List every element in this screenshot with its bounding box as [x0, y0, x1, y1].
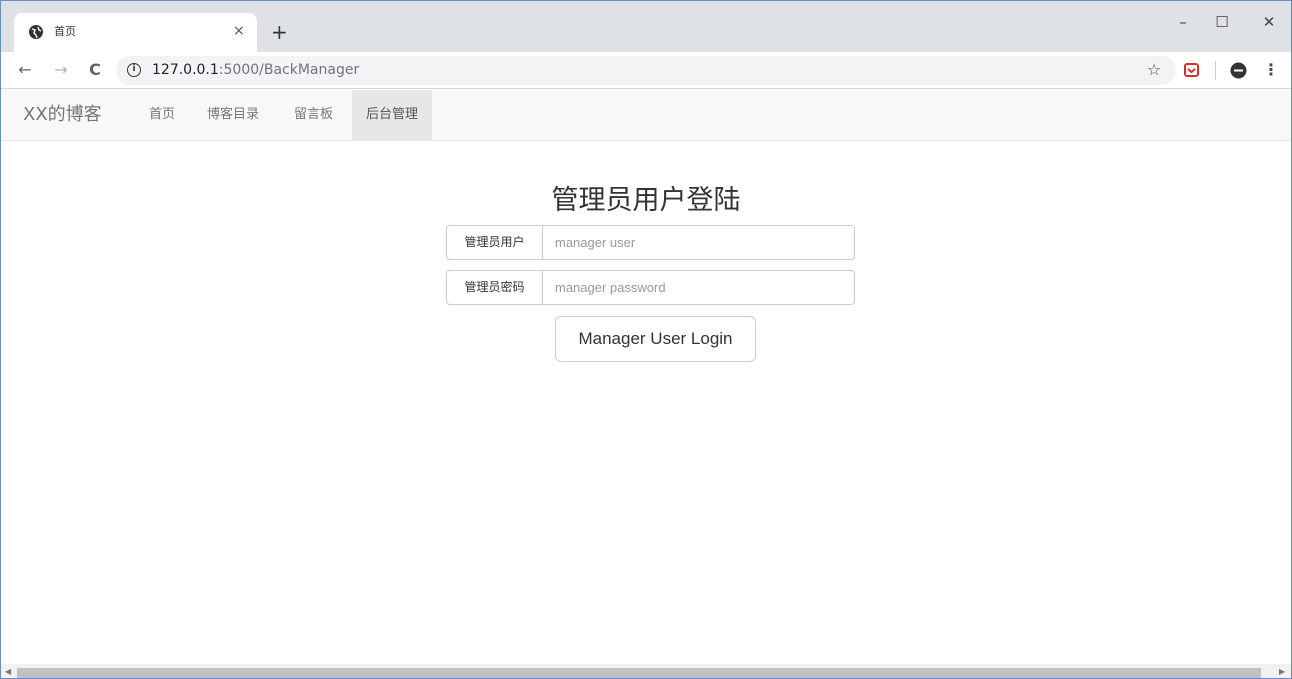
bookmark-star-icon[interactable]: ☆ [1144, 59, 1164, 81]
nav-link-admin[interactable]: 后台管理 [352, 90, 433, 140]
url-text[interactable]: 127.0.0.1:5000/BackManager [152, 61, 359, 80]
tab-close-icon[interactable]: × [233, 22, 245, 40]
browser-menu-icon[interactable]: ⋮ [1261, 59, 1281, 81]
tab-title: 首页 [54, 25, 76, 38]
scroll-right-arrow-icon[interactable]: ▶ [1279, 666, 1285, 678]
reload-button[interactable]: C [85, 59, 105, 81]
pocket-extension-icon[interactable] [1184, 63, 1199, 78]
url-path: :5000/BackManager [218, 62, 360, 78]
address-bar[interactable]: i 127.0.0.1:5000/BackManager [116, 56, 1176, 85]
browser-toolbar: ← → C i 127.0.0.1:5000/BackManager ☆ ⋮ [1, 52, 1291, 89]
username-input-group: 管理员用户 [446, 225, 855, 260]
password-input[interactable] [542, 270, 855, 305]
username-label: 管理员用户 [446, 225, 543, 260]
forward-button[interactable]: → [51, 59, 71, 81]
minimize-button[interactable]: – [1173, 11, 1193, 33]
username-input[interactable] [542, 225, 855, 260]
password-label: 管理员密码 [446, 270, 543, 305]
new-tab-button[interactable]: + [271, 21, 288, 43]
url-host: 127.0.0.1 [152, 62, 219, 78]
globe-icon [29, 25, 43, 39]
site-info-icon[interactable]: i [127, 63, 141, 77]
nav-link-blog-catalog[interactable]: 博客目录 [193, 90, 273, 140]
site-navbar: XX的博客 首页 博客目录 留言板 后台管理 [1, 90, 1291, 141]
login-heading: 管理员用户登陆 [551, 185, 741, 216]
back-button[interactable]: ← [15, 59, 35, 81]
login-button[interactable]: Manager User Login [555, 316, 756, 362]
browser-tab[interactable]: 首页 × [14, 13, 257, 52]
toolbar-divider [1215, 61, 1216, 80]
site-brand[interactable]: XX的博客 [23, 103, 102, 127]
tab-strip: 首页 × + – ☐ ✕ [1, 1, 1291, 52]
browser-window: 首页 × + – ☐ ✕ ← → C i 127.0.0.1:5000/Back… [0, 0, 1292, 679]
maximize-button[interactable]: ☐ [1212, 11, 1232, 33]
profile-icon[interactable] [1230, 62, 1247, 79]
close-window-button[interactable]: ✕ [1259, 11, 1279, 33]
scroll-left-arrow-icon[interactable]: ◀ [5, 666, 11, 678]
nav-link-message-board[interactable]: 留言板 [280, 90, 347, 140]
password-input-group: 管理员密码 [446, 270, 855, 305]
horizontal-scrollbar[interactable]: ◀ ▶ [1, 664, 1291, 678]
scrollbar-thumb[interactable] [17, 668, 1261, 678]
nav-link-home[interactable]: 首页 [135, 90, 189, 140]
